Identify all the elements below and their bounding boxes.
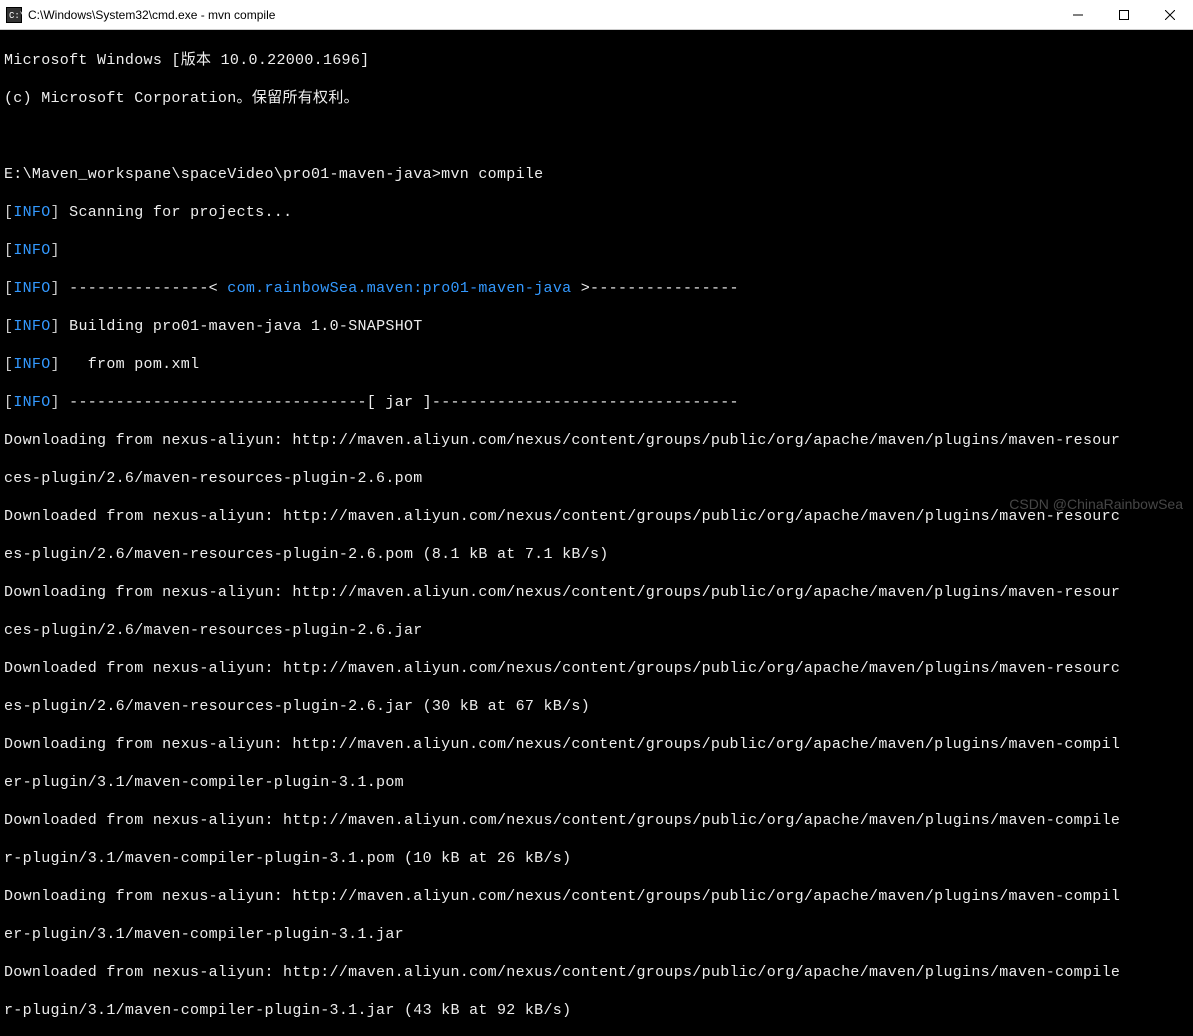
download-line: Downloading from nexus-aliyun: http://ma… <box>4 887 1189 906</box>
download-line: ces-plugin/2.6/maven-resources-plugin-2.… <box>4 469 1189 488</box>
download-line: Downloading from nexus-aliyun: http://ma… <box>4 583 1189 602</box>
svg-text:C:\: C:\ <box>9 11 22 21</box>
download-line: Downloaded from nexus-aliyun: http://mav… <box>4 963 1189 982</box>
download-line: es-plugin/2.6/maven-resources-plugin-2.6… <box>4 697 1189 716</box>
info-line: [INFO] <box>4 241 1189 260</box>
download-line: ces-plugin/2.6/maven-resources-plugin-2.… <box>4 621 1189 640</box>
window-title: C:\Windows\System32\cmd.exe - mvn compil… <box>28 8 1055 22</box>
info-artifact-line: [INFO] ---------------< com.rainbowSea.m… <box>4 279 1189 298</box>
minimize-button[interactable] <box>1055 0 1101 29</box>
maximize-button[interactable] <box>1101 0 1147 29</box>
download-line: r-plugin/3.1/maven-compiler-plugin-3.1.j… <box>4 1001 1189 1020</box>
download-line: er-plugin/3.1/maven-compiler-plugin-3.1.… <box>4 925 1189 944</box>
info-jar-line: [INFO] --------------------------------[… <box>4 393 1189 412</box>
copyright-line: (c) Microsoft Corporation。保留所有权利。 <box>4 89 1189 108</box>
download-line: Downloaded from nexus-aliyun: http://mav… <box>4 507 1189 526</box>
terminal-output[interactable]: Microsoft Windows [版本 10.0.22000.1696] (… <box>0 30 1193 1036</box>
blank-line <box>4 127 1189 146</box>
download-line: Downloaded from nexus-aliyun: http://mav… <box>4 811 1189 830</box>
window-titlebar: C:\ C:\Windows\System32\cmd.exe - mvn co… <box>0 0 1193 30</box>
cmd-icon: C:\ <box>6 7 22 23</box>
download-line: Downloading from nexus-aliyun: http://ma… <box>4 431 1189 450</box>
prompt-line: E:\Maven_workspane\spaceVideo\pro01-mave… <box>4 165 1189 184</box>
download-line: es-plugin/2.6/maven-resources-plugin-2.6… <box>4 545 1189 564</box>
info-building-line: [INFO] Building pro01-maven-java 1.0-SNA… <box>4 317 1189 336</box>
download-line: Downloaded from nexus-aliyun: http://mav… <box>4 659 1189 678</box>
window-controls <box>1055 0 1193 29</box>
download-line: er-plugin/3.1/maven-compiler-plugin-3.1.… <box>4 773 1189 792</box>
download-line: Downloading from nexus-aliyun: http://ma… <box>4 735 1189 754</box>
download-line: r-plugin/3.1/maven-compiler-plugin-3.1.p… <box>4 849 1189 868</box>
info-line: [INFO] Scanning for projects... <box>4 203 1189 222</box>
os-version-line: Microsoft Windows [版本 10.0.22000.1696] <box>4 51 1189 70</box>
close-button[interactable] <box>1147 0 1193 29</box>
info-pom-line: [INFO] from pom.xml <box>4 355 1189 374</box>
